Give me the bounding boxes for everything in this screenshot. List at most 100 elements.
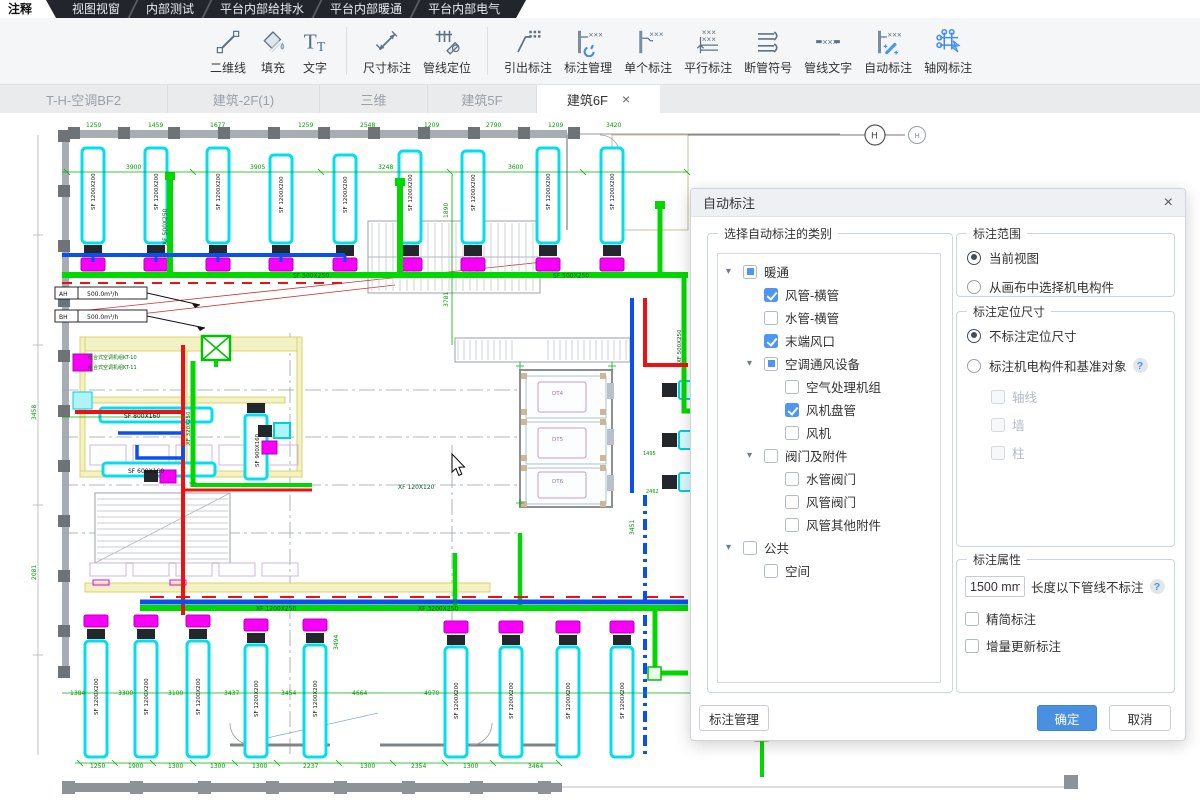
checkbox[interactable]	[991, 446, 1005, 460]
svg-text:SF 1200X200: SF 1200X200	[620, 682, 626, 719]
close-icon[interactable]: ×	[1164, 195, 1173, 211]
check-wall[interactable]: 墙	[991, 415, 1174, 434]
tree-item-0[interactable]: ▾暖通	[718, 260, 940, 283]
checkbox[interactable]	[764, 311, 778, 325]
annotation-manage-button[interactable]: ×××标注管理	[564, 27, 612, 76]
chevron-down-icon[interactable]: ▾	[726, 542, 743, 553]
radio-icon[interactable]	[967, 280, 981, 294]
checkbox[interactable]	[764, 564, 778, 578]
parallel-annotation-button[interactable]: ××××××平行标注	[684, 27, 732, 76]
check-column[interactable]: 柱	[991, 443, 1174, 462]
dialog-header[interactable]: 自动标注 ×	[691, 189, 1185, 217]
svg-text:2790: 2790	[486, 122, 501, 129]
leader-button[interactable]: 引出标注	[504, 27, 552, 76]
tree-item-5[interactable]: 空气处理机组	[718, 375, 940, 398]
checkbox[interactable]	[764, 334, 778, 348]
grid-annotation-button[interactable]: 轴网标注	[924, 27, 972, 76]
tree-item-8[interactable]: ▾阀门及附件	[718, 444, 940, 467]
tree-item-2[interactable]: 水管-横管	[718, 306, 940, 329]
cancel-button[interactable]: 取消	[1109, 705, 1171, 731]
svg-text:2237: 2237	[303, 763, 318, 770]
single-annotation-button[interactable]: ×××单个标注	[624, 27, 672, 76]
doc-tab-5[interactable]: 建筑6F×	[537, 85, 660, 113]
attr-legend: 标注属性	[967, 551, 1027, 568]
checkbox[interactable]	[743, 265, 757, 279]
pipe-break-button[interactable]: 断管符号	[744, 27, 792, 76]
ribbon-tab-1[interactable]: 视图视窗	[60, 0, 132, 18]
tree-item-6[interactable]: 风机盘管	[718, 398, 940, 421]
radio-select-from-canvas[interactable]: 从画布中选择机电构件	[967, 277, 1174, 296]
fill-button[interactable]: 填充	[258, 27, 288, 76]
tree-item-13[interactable]: 空间	[718, 559, 940, 582]
pipe-locate-button[interactable]: 管线定位	[423, 27, 471, 76]
chevron-down-icon[interactable]: ▾	[726, 266, 743, 277]
doc-tab-4[interactable]: 建筑5F	[428, 85, 537, 113]
ok-button[interactable]: 确定	[1037, 705, 1097, 731]
text-button[interactable]: TT文字	[300, 27, 330, 76]
checkbox[interactable]	[965, 639, 979, 653]
tree-item-11[interactable]: 风管其他附件	[718, 513, 940, 536]
tree-item-1[interactable]: 风管-横管	[718, 283, 940, 306]
checkbox[interactable]	[991, 390, 1005, 404]
check-simplified[interactable]: 精简标注	[965, 609, 1174, 628]
length-threshold-input[interactable]	[965, 576, 1025, 597]
svg-text:1495: 1495	[643, 451, 656, 457]
radio-icon[interactable]	[967, 359, 981, 373]
checkbox[interactable]	[965, 612, 979, 626]
doc-tab-1[interactable]: T-H-空调BF2	[0, 85, 168, 113]
checkbox[interactable]	[785, 495, 799, 509]
radio-annotate-datum[interactable]: 标注机电构件和基准对象 ?	[967, 356, 1174, 375]
ribbon-tab-3[interactable]: 平台内部给排水	[208, 0, 316, 18]
svg-text:×××: ×××	[702, 35, 716, 44]
tree-item-3[interactable]: 末端风口	[718, 329, 940, 352]
svg-text:SF 1200X200: SF 1200X200	[408, 174, 414, 211]
checkbox[interactable]	[743, 541, 757, 555]
checkbox[interactable]	[764, 357, 778, 371]
svg-text:3458: 3458	[31, 405, 38, 420]
pipe-text-button[interactable]: ×××管线文字	[804, 27, 852, 76]
help-icon[interactable]: ?	[1133, 358, 1148, 373]
line-button[interactable]: 二维线	[210, 27, 246, 76]
doc-tab-3[interactable]: 三维	[320, 85, 428, 113]
ribbon-tab-5[interactable]: 平台内部电气	[416, 0, 512, 18]
chevron-down-icon[interactable]: ▾	[747, 358, 764, 369]
tree-item-9[interactable]: 水管阀门	[718, 467, 940, 490]
checkbox[interactable]	[785, 472, 799, 486]
pipe-text-icon: ×××	[813, 27, 843, 57]
check-incremental[interactable]: 增量更新标注	[965, 636, 1174, 655]
radio-no-locate-dim[interactable]: 不标注定位尺寸	[967, 326, 1174, 345]
svg-text:2354: 2354	[411, 763, 426, 770]
ribbon-tab-4[interactable]: 平台内部暖通	[318, 0, 414, 18]
ribbon-tab-active[interactable]: 注释	[8, 0, 32, 18]
category-tree[interactable]: ▾暖通风管-横管水管-横管末端风口▾空调通风设备空气处理机组风机盘管风机▾阀门及…	[717, 253, 941, 683]
radio-current-view[interactable]: 当前视图	[967, 248, 1174, 267]
tree-item-12[interactable]: ▾公共	[718, 536, 940, 559]
svg-text:3600: 3600	[508, 164, 523, 171]
checkbox[interactable]	[785, 403, 799, 417]
ribbon-tab-2[interactable]: 内部测试	[134, 0, 206, 18]
checkbox[interactable]	[991, 418, 1005, 432]
svg-text:1250: 1250	[86, 122, 101, 129]
toolbar-separator	[487, 27, 488, 75]
radio-icon[interactable]	[967, 329, 981, 343]
checkbox[interactable]	[764, 449, 778, 463]
annotation-manage-button[interactable]: 标注管理	[699, 705, 769, 731]
tree-item-10[interactable]: 风管阀门	[718, 490, 940, 513]
chevron-down-icon[interactable]: ▾	[747, 450, 764, 461]
svg-text:3451: 3451	[629, 520, 636, 535]
radio-icon[interactable]	[967, 251, 981, 265]
checkbox[interactable]	[785, 380, 799, 394]
svg-text:SF 800X160: SF 800X160	[124, 413, 160, 420]
tree-item-7[interactable]: 风机	[718, 421, 940, 444]
svg-text:T: T	[317, 38, 326, 53]
tree-item-4[interactable]: ▾空调通风设备	[718, 352, 940, 375]
help-icon[interactable]: ?	[1150, 579, 1165, 594]
dimension-button[interactable]: 尺寸标注	[363, 27, 411, 76]
check-axis[interactable]: 轴线	[991, 387, 1174, 406]
checkbox[interactable]	[764, 288, 778, 302]
doc-tab-2[interactable]: 建筑-2F(1)	[168, 85, 320, 113]
close-icon[interactable]: ×	[622, 91, 630, 107]
checkbox[interactable]	[785, 426, 799, 440]
checkbox[interactable]	[785, 518, 799, 532]
auto-annotation-button[interactable]: ×××自动标注	[864, 27, 912, 76]
